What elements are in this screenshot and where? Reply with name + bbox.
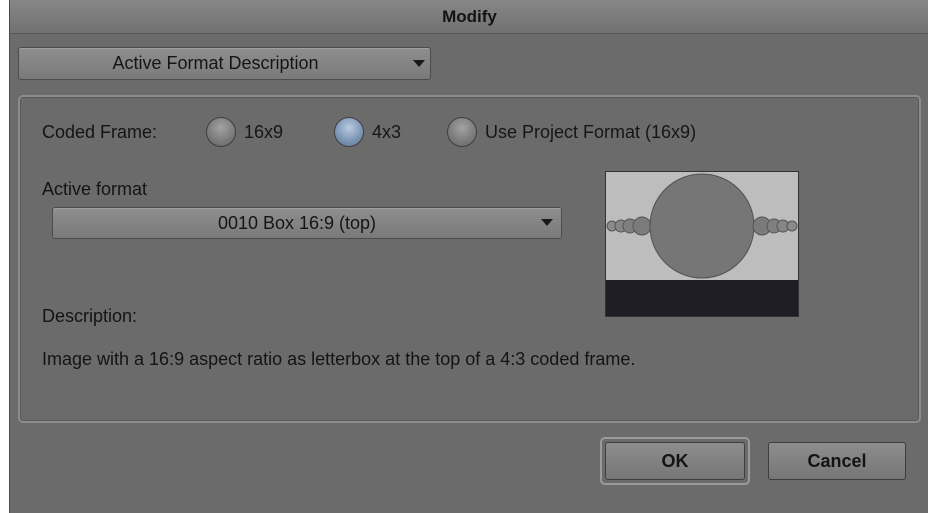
description-label: Description: <box>42 306 138 326</box>
active-format-label: Active format <box>42 179 148 199</box>
mode-dropdown-value: Active Format Description <box>112 53 319 73</box>
radio-button-icon <box>206 117 236 147</box>
radio-use-project-format-label: Use Project Format (16x9) <box>485 122 697 142</box>
description-text: Image with a 16:9 aspect ratio as letter… <box>42 349 636 369</box>
radio-16x9-label: 16x9 <box>244 122 284 142</box>
afd-settings-panel: Coded Frame: 16x9 4x3 Use Project Format… <box>18 95 921 423</box>
preview-letterbox-bar <box>606 280 798 316</box>
letterbox-preview-image <box>605 171 799 317</box>
dialog-title: Modify <box>10 0 928 34</box>
cancel-button[interactable]: Cancel <box>768 442 906 480</box>
ok-button[interactable]: OK <box>605 442 745 480</box>
mode-dropdown[interactable]: Active Format Description <box>18 47 431 80</box>
radio-4x3-label: 4x3 <box>372 122 402 142</box>
chevron-down-icon <box>413 60 425 67</box>
radio-button-icon <box>447 117 477 147</box>
active-format-value: 0010 Box 16:9 (top) <box>217 213 377 233</box>
radio-button-selected-icon <box>334 117 364 147</box>
modify-dialog: Modify Active Format Description Coded F… <box>9 0 928 513</box>
active-format-dropdown[interactable]: 0010 Box 16:9 (top) <box>52 207 562 239</box>
chevron-down-icon <box>541 219 553 226</box>
coded-frame-label: Coded Frame: <box>42 122 158 142</box>
